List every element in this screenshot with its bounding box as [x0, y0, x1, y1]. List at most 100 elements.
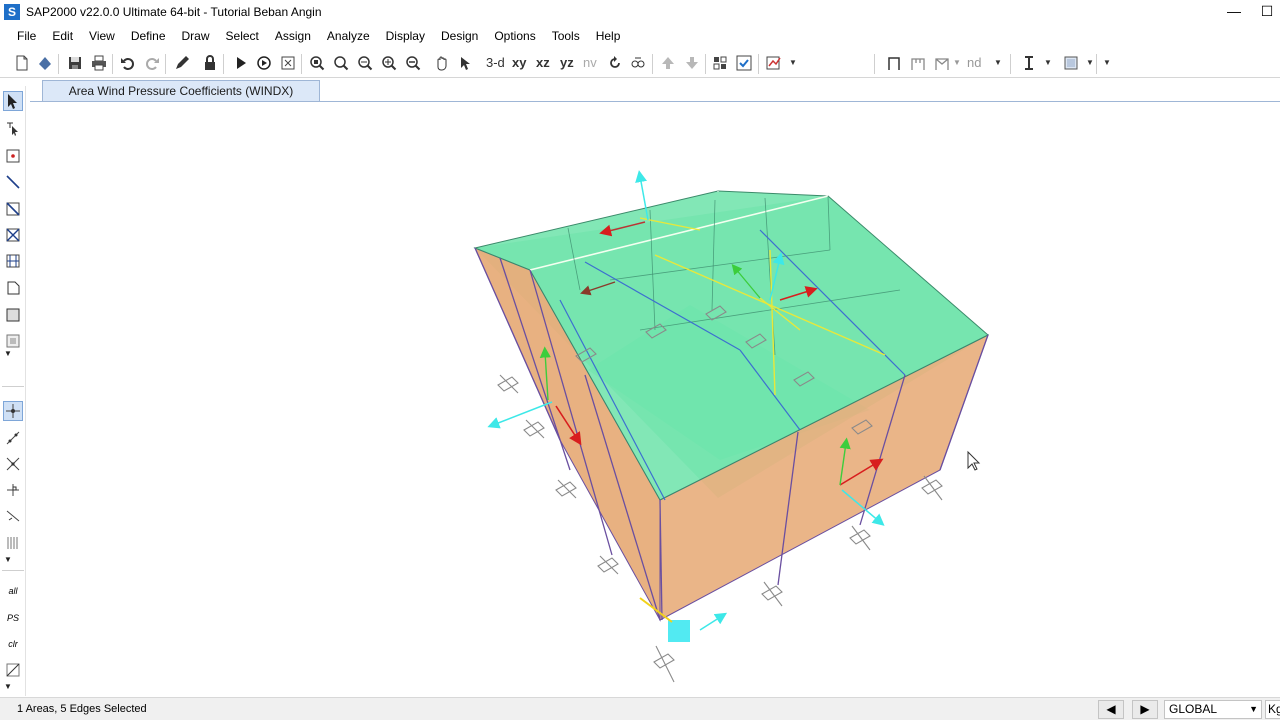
node-label-button[interactable]: nd	[967, 55, 981, 70]
view-xz-button[interactable]: xz	[536, 55, 550, 70]
snap-perpendicular-icon[interactable]	[3, 480, 23, 500]
left-toolbar: ▼ ▼ all PS clr ▼	[0, 86, 26, 696]
run-analysis-icon[interactable]	[231, 53, 251, 73]
zoom-all-icon[interactable]	[355, 53, 375, 73]
clear-selection-label: clr	[8, 639, 18, 649]
refresh-view-icon[interactable]	[628, 53, 648, 73]
display-options-dropdown-icon[interactable]: ▼	[789, 58, 797, 67]
reshape-pointer-icon[interactable]	[3, 118, 23, 138]
zoom-out-icon[interactable]	[403, 53, 423, 73]
pan-hand-icon[interactable]	[432, 53, 452, 73]
menu-view[interactable]: View	[81, 24, 123, 48]
print-icon[interactable]	[89, 53, 109, 73]
display-options-icon[interactable]	[764, 53, 784, 73]
open-template-icon[interactable]	[35, 53, 55, 73]
menu-analyze[interactable]: Analyze	[319, 24, 378, 48]
select-all-button[interactable]: all	[3, 581, 23, 601]
select-pointer-icon[interactable]	[3, 91, 23, 111]
draw-poly-area-icon[interactable]	[3, 278, 23, 298]
rotate-view-icon[interactable]	[605, 53, 625, 73]
chevron-down-icon: ▼	[1249, 704, 1258, 714]
section-dropdown-icon[interactable]: ▼	[1044, 58, 1052, 67]
undo-icon[interactable]	[118, 53, 138, 73]
quick-draw-secondary-icon[interactable]	[3, 251, 23, 271]
minimize-button[interactable]: —	[1214, 0, 1254, 24]
frame-release-icon[interactable]	[908, 53, 928, 73]
quick-draw-frame-icon[interactable]	[3, 199, 23, 219]
selection-status-text: 1 Areas, 5 Edges Selected	[17, 703, 147, 715]
draw-joint-icon[interactable]	[3, 146, 23, 166]
view-yz-button[interactable]: yz	[560, 55, 574, 70]
tab-area-wind-pressure[interactable]: Area Wind Pressure Coefficients (WINDX)	[42, 80, 320, 101]
redo-icon[interactable]	[142, 53, 162, 73]
menu-options[interactable]: Options	[486, 24, 543, 48]
title-bar: S SAP2000 v22.0.0 Ultimate 64-bit - Tuto…	[0, 0, 1280, 24]
menu-draw[interactable]: Draw	[174, 24, 218, 48]
main-toolbar: 3-d xy xz yz nv ▼ ▼ nd ▼ ▼ ▼ ▼	[0, 50, 1280, 78]
clear-selection-button[interactable]: clr	[3, 634, 23, 654]
lock-model-icon[interactable]	[278, 53, 298, 73]
move-down-icon[interactable]	[682, 53, 702, 73]
sap2000-window: S SAP2000 v22.0.0 Ultimate 64-bit - Tuto…	[0, 0, 1280, 720]
snap-grid-icon[interactable]	[3, 533, 23, 553]
menu-help[interactable]: Help	[588, 24, 629, 48]
menu-design[interactable]: Design	[433, 24, 486, 48]
new-model-icon[interactable]	[12, 53, 32, 73]
frame-draw-icon[interactable]	[884, 53, 904, 73]
snap-intersections-icon[interactable]	[3, 454, 23, 474]
snap-tools-dropdown-icon[interactable]: ▼	[4, 555, 12, 564]
area-shell-icon[interactable]	[1061, 53, 1081, 73]
quick-draw-braces-icon[interactable]	[3, 225, 23, 245]
save-icon[interactable]	[65, 53, 85, 73]
menu-file[interactable]: File	[9, 24, 44, 48]
coordinate-system-select[interactable]: GLOBAL ▼	[1164, 700, 1262, 719]
snap-points-icon[interactable]	[3, 401, 23, 421]
menu-bar: File Edit View Define Draw Select Assign…	[0, 24, 1280, 48]
units-select[interactable]: Kg	[1265, 700, 1280, 719]
mouse-cursor-icon	[967, 450, 981, 471]
section-i-icon[interactable]	[1019, 53, 1039, 73]
snap-ends-icon[interactable]	[3, 428, 23, 448]
frame-brace-icon[interactable]	[932, 53, 952, 73]
select-tools-dropdown-icon[interactable]: ▼	[4, 682, 12, 691]
menu-define[interactable]: Define	[123, 24, 174, 48]
frame-dropdown-icon[interactable]: ▼	[953, 58, 961, 67]
draw-frame-icon[interactable]	[3, 172, 23, 192]
draw-rect-area-icon[interactable]	[3, 305, 23, 325]
zoom-in-icon[interactable]	[379, 53, 399, 73]
next-view-arrow-icon[interactable]: ▶	[1132, 700, 1158, 719]
node-dropdown-icon[interactable]: ▼	[994, 58, 1002, 67]
pointer-rotate-icon[interactable]	[456, 53, 476, 73]
maximize-button[interactable]: ☐	[1254, 0, 1280, 24]
view-xy-button[interactable]: xy	[512, 55, 526, 70]
menu-display[interactable]: Display	[378, 24, 433, 48]
toolbar-overflow-icon[interactable]: ▼	[1103, 58, 1111, 67]
menu-assign[interactable]: Assign	[267, 24, 319, 48]
window-title: SAP2000 v22.0.0 Ultimate 64-bit - Tutori…	[26, 5, 322, 19]
zoom-restore-icon[interactable]	[331, 53, 351, 73]
view-3d-button[interactable]: 3-d	[486, 55, 505, 70]
move-up-icon[interactable]	[658, 53, 678, 73]
menu-tools[interactable]: Tools	[544, 24, 588, 48]
lock-icon[interactable]	[200, 53, 220, 73]
quick-draw-area-icon[interactable]	[3, 331, 23, 351]
model-view-canvas[interactable]	[27, 102, 1280, 696]
previous-view-arrow-icon[interactable]: ◀	[1098, 700, 1124, 719]
intersecting-line-select-icon[interactable]	[3, 660, 23, 680]
status-bar: 1 Areas, 5 Edges Selected ◀ ▶ GLOBAL ▼ K…	[0, 697, 1280, 720]
app-logo-icon: S	[4, 4, 20, 20]
run-now-icon[interactable]	[254, 53, 274, 73]
pencil-icon[interactable]	[172, 53, 192, 73]
check-model-icon[interactable]	[734, 53, 754, 73]
zoom-window-icon[interactable]	[307, 53, 327, 73]
area-tools-dropdown-icon[interactable]: ▼	[4, 349, 12, 358]
menu-select[interactable]: Select	[218, 24, 267, 48]
snap-lines-icon[interactable]	[3, 506, 23, 526]
coordinate-system-value: GLOBAL	[1169, 702, 1218, 716]
previous-selection-label: PS	[6, 613, 19, 623]
view-nv-button[interactable]: nv	[583, 55, 597, 70]
previous-selection-button[interactable]: PS	[3, 608, 23, 628]
grid-view-icon[interactable]	[710, 53, 730, 73]
menu-edit[interactable]: Edit	[44, 24, 81, 48]
area-dropdown-icon[interactable]: ▼	[1086, 58, 1094, 67]
